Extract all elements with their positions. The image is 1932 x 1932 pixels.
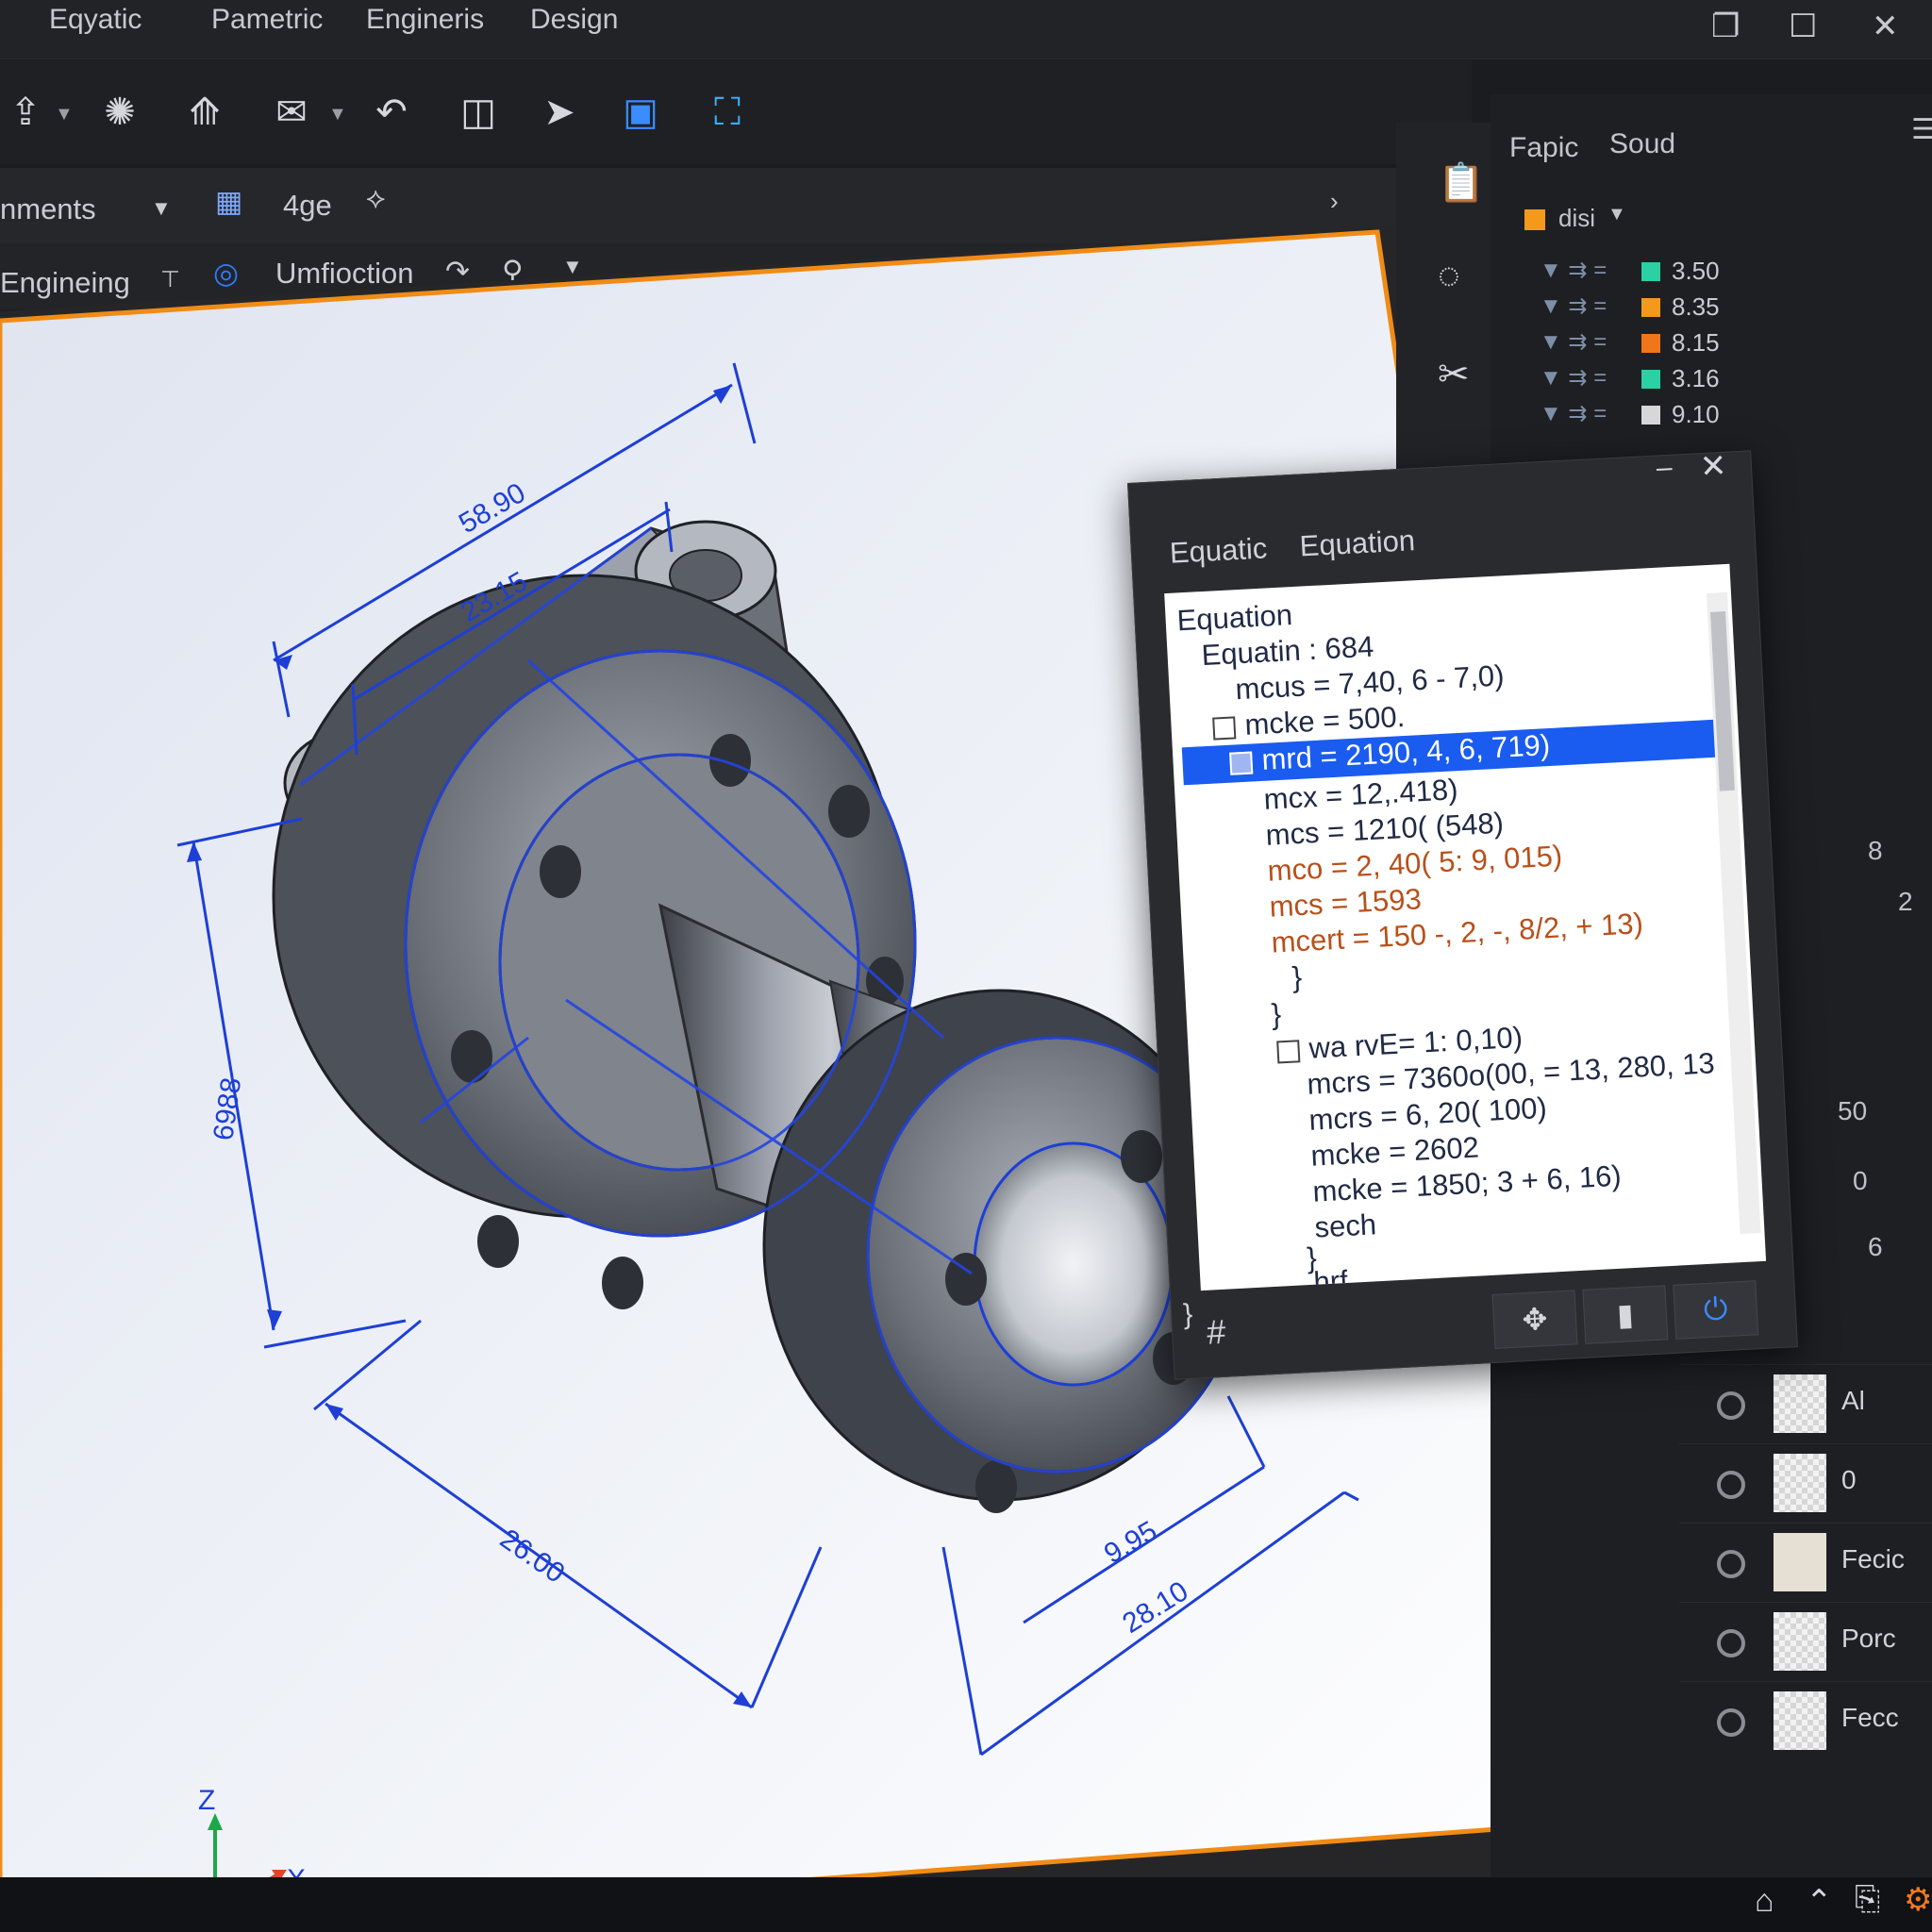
checkbox[interactable] <box>1229 751 1254 775</box>
lasso-icon[interactable]: ◌ <box>1438 255 1460 297</box>
layer-name: 0 <box>1841 1465 1857 1494</box>
eye-icon[interactable] <box>1717 1471 1745 1499</box>
layer-name: Fecic <box>1841 1544 1905 1574</box>
brace: } <box>1270 997 1282 1031</box>
layer-name: Fecc <box>1841 1703 1899 1732</box>
tab-fapic[interactable]: Fapic <box>1509 132 1578 164</box>
status-bar: ⌂ ⌃ ⎘ ⚙ <box>0 1877 1932 1932</box>
layer-thumbnail <box>1774 1454 1826 1512</box>
expand-icon[interactable]: ▼ ⇉ = <box>1540 364 1607 391</box>
layer-name: Al <box>1841 1386 1865 1415</box>
property-row[interactable]: ▼ ⇉ = 3.16 <box>1528 362 1924 396</box>
scrollbar-thumb[interactable] <box>1710 611 1735 791</box>
layer-name: Porc <box>1841 1624 1896 1653</box>
property-value: 8.35 <box>1672 292 1720 321</box>
layer-filter[interactable]: disi <box>1558 204 1595 233</box>
settings-icon[interactable]: ⚙ <box>1904 1881 1932 1919</box>
tab-equation[interactable]: Equation <box>1299 524 1416 563</box>
layer-thumbnail <box>1774 1612 1826 1671</box>
eye-icon[interactable] <box>1717 1550 1745 1578</box>
eye-icon[interactable] <box>1717 1391 1745 1420</box>
property-value: 8.15 <box>1672 328 1720 357</box>
expand-icon[interactable]: ▼ ⇉ = <box>1540 400 1607 427</box>
side-value: 2 <box>1898 887 1913 916</box>
power-icon[interactable]: ⏻ <box>1673 1280 1759 1340</box>
layer-row[interactable]: 0 <box>1679 1443 1932 1524</box>
axis-z-label: Z <box>198 1785 215 1816</box>
checkbox[interactable] <box>1276 1040 1301 1064</box>
property-value: 3.50 <box>1672 257 1720 285</box>
layer-row[interactable]: Fecc <box>1679 1681 1932 1761</box>
clipboard-icon[interactable]: 📋 <box>1438 160 1485 205</box>
equation-dialog[interactable]: – ✕ Equatic Equation Equation Equatin : … <box>1127 447 1798 1380</box>
home-icon[interactable]: ⌂ <box>1755 1883 1774 1920</box>
pin-icon[interactable]: ▮ <box>1582 1285 1669 1344</box>
expand-icon[interactable]: ▼ ⇉ = <box>1540 328 1607 356</box>
clipboard-icon[interactable]: ⎘ <box>1855 1881 1880 1918</box>
chevron-down-icon[interactable]: ▼ <box>1607 204 1626 225</box>
property-row[interactable]: ▼ ⇉ = 8.35 <box>1528 291 1924 325</box>
property-row[interactable]: ▼ ⇉ = 3.50 <box>1528 255 1924 289</box>
color-swatch <box>1641 406 1660 425</box>
eye-icon[interactable] <box>1717 1708 1745 1737</box>
menu-icon[interactable]: ☰ <box>1911 113 1932 146</box>
move-icon[interactable]: ✥ <box>1491 1290 1578 1349</box>
up-icon[interactable]: ⌃ <box>1806 1883 1833 1921</box>
side-value: 0 <box>1853 1166 1868 1195</box>
minimize-icon[interactable]: – <box>1656 452 1673 485</box>
close-icon[interactable]: ✕ <box>1699 447 1728 486</box>
equation-list[interactable]: Equation Equatin : 684 mcus = 7,40, 6 - … <box>1164 563 1767 1291</box>
side-value: 8 <box>1868 836 1883 865</box>
color-swatch <box>1641 334 1660 353</box>
color-swatch <box>1641 262 1660 281</box>
color-swatch <box>1641 370 1660 389</box>
color-swatch <box>1641 298 1660 317</box>
tab-soud[interactable]: Soud <box>1609 128 1675 160</box>
layer-thumbnail <box>1774 1533 1826 1591</box>
equation-line[interactable]: sech <box>1314 1208 1377 1248</box>
layer-color-swatch[interactable] <box>1524 209 1545 230</box>
vertical-scrollbar[interactable] <box>1706 591 1761 1235</box>
side-value: 50 <box>1838 1096 1868 1125</box>
layer-thumbnail <box>1774 1691 1826 1750</box>
eye-icon[interactable] <box>1717 1629 1745 1657</box>
grid-icon[interactable]: # <box>1206 1312 1226 1353</box>
expand-icon[interactable]: ▼ ⇉ = <box>1540 292 1607 320</box>
trim-icon[interactable]: ✂ <box>1438 353 1470 396</box>
brace: } <box>1291 960 1303 994</box>
property-value: 9.10 <box>1672 400 1720 428</box>
property-row[interactable]: ▼ ⇉ = 8.15 <box>1528 326 1924 360</box>
layer-thumbnail <box>1774 1374 1826 1433</box>
property-value: 3.16 <box>1672 364 1720 392</box>
layer-row[interactable]: Fecic <box>1679 1523 1932 1603</box>
property-row[interactable]: ▼ ⇉ = 9.10 <box>1528 398 1924 432</box>
checkbox[interactable] <box>1212 716 1237 741</box>
equation-line[interactable]: hrf <box>1313 1264 1348 1285</box>
layer-row[interactable]: Porc <box>1679 1602 1932 1682</box>
layer-row[interactable]: Al <box>1679 1364 1932 1444</box>
expand-icon[interactable]: ▼ ⇉ = <box>1540 257 1607 284</box>
tab-equatic[interactable]: Equatic <box>1169 531 1268 570</box>
side-value: 6 <box>1868 1232 1883 1261</box>
